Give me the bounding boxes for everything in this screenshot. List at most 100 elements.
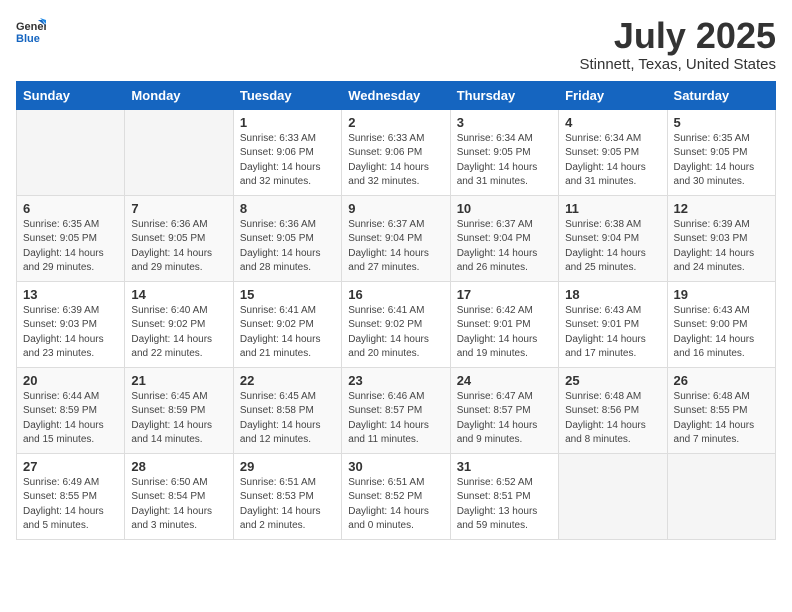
- calendar-cell: 20 Sunrise: 6:44 AM Sunset: 8:59 PM Dayli…: [17, 367, 125, 453]
- svg-text:Blue: Blue: [16, 33, 40, 45]
- calendar-cell: 29 Sunrise: 6:51 AM Sunset: 8:53 PM Dayli…: [233, 453, 341, 539]
- calendar-cell: 10 Sunrise: 6:37 AM Sunset: 9:04 PM Dayli…: [450, 195, 558, 281]
- day-number: 29: [240, 459, 335, 474]
- day-info: Sunrise: 6:52 AM Sunset: 8:51 PM Dayligh…: [457, 476, 552, 534]
- calendar-cell: 1 Sunrise: 6:33 AM Sunset: 9:06 PM Daylig…: [233, 109, 341, 195]
- calendar-cell: 18 Sunrise: 6:43 AM Sunset: 9:01 PM Dayli…: [559, 281, 667, 367]
- day-info: Sunrise: 6:35 AM Sunset: 9:05 PM Dayligh…: [23, 218, 118, 276]
- day-number: 1: [240, 115, 335, 130]
- calendar-cell: 4 Sunrise: 6:34 AM Sunset: 9:05 PM Daylig…: [559, 109, 667, 195]
- week-row-4: 20 Sunrise: 6:44 AM Sunset: 8:59 PM Dayli…: [17, 367, 776, 453]
- day-number: 23: [348, 373, 443, 388]
- day-number: 28: [131, 459, 226, 474]
- day-number: 2: [348, 115, 443, 130]
- calendar-cell: 28 Sunrise: 6:50 AM Sunset: 8:54 PM Dayli…: [125, 453, 233, 539]
- day-info: Sunrise: 6:50 AM Sunset: 8:54 PM Dayligh…: [131, 476, 226, 534]
- day-number: 13: [23, 287, 118, 302]
- day-number: 7: [131, 201, 226, 216]
- calendar-cell: 19 Sunrise: 6:43 AM Sunset: 9:00 PM Dayli…: [667, 281, 775, 367]
- calendar-cell: 25 Sunrise: 6:48 AM Sunset: 8:56 PM Dayli…: [559, 367, 667, 453]
- day-number: 30: [348, 459, 443, 474]
- day-number: 9: [348, 201, 443, 216]
- day-info: Sunrise: 6:35 AM Sunset: 9:05 PM Dayligh…: [674, 132, 769, 190]
- calendar-cell: 27Sunrise: 6:49 AM Sunset: 8:55 PM Dayli…: [17, 453, 125, 539]
- calendar-cell: 21 Sunrise: 6:45 AM Sunset: 8:59 PM Dayli…: [125, 367, 233, 453]
- day-info: Sunrise: 6:44 AM Sunset: 8:59 PM Dayligh…: [23, 390, 118, 448]
- calendar: SundayMondayTuesdayWednesdayThursdayFrid…: [16, 81, 776, 540]
- weekday-monday: Monday: [125, 81, 233, 109]
- calendar-cell: 5 Sunrise: 6:35 AM Sunset: 9:05 PM Daylig…: [667, 109, 775, 195]
- day-info: Sunrise: 6:34 AM Sunset: 9:05 PM Dayligh…: [565, 132, 660, 190]
- weekday-sunday: Sunday: [17, 81, 125, 109]
- day-number: 4: [565, 115, 660, 130]
- day-number: 10: [457, 201, 552, 216]
- title-area: July 2025 Stinnett, Texas, United States: [579, 16, 776, 73]
- calendar-cell: [125, 109, 233, 195]
- week-row-2: 6 Sunrise: 6:35 AM Sunset: 9:05 PM Daylig…: [17, 195, 776, 281]
- day-number: 26: [674, 373, 769, 388]
- day-info: Sunrise: 6:40 AM Sunset: 9:02 PM Dayligh…: [131, 304, 226, 362]
- calendar-cell: 6 Sunrise: 6:35 AM Sunset: 9:05 PM Daylig…: [17, 195, 125, 281]
- day-info: Sunrise: 6:39 AM Sunset: 9:03 PM Dayligh…: [674, 218, 769, 276]
- day-info: Sunrise: 6:43 AM Sunset: 9:00 PM Dayligh…: [674, 304, 769, 362]
- day-number: 14: [131, 287, 226, 302]
- day-info: Sunrise: 6:36 AM Sunset: 9:05 PM Dayligh…: [240, 218, 335, 276]
- day-info: Sunrise: 6:46 AM Sunset: 8:57 PM Dayligh…: [348, 390, 443, 448]
- calendar-cell: 11Sunrise: 6:38 AM Sunset: 9:04 PM Dayli…: [559, 195, 667, 281]
- calendar-cell: 9 Sunrise: 6:37 AM Sunset: 9:04 PM Daylig…: [342, 195, 450, 281]
- week-row-1: 1 Sunrise: 6:33 AM Sunset: 9:06 PM Daylig…: [17, 109, 776, 195]
- day-info: Sunrise: 6:36 AM Sunset: 9:05 PM Dayligh…: [131, 218, 226, 276]
- day-info: Sunrise: 6:37 AM Sunset: 9:04 PM Dayligh…: [348, 218, 443, 276]
- calendar-cell: 15Sunrise: 6:41 AM Sunset: 9:02 PM Dayli…: [233, 281, 341, 367]
- calendar-cell: [17, 109, 125, 195]
- location-title: Stinnett, Texas, United States: [579, 56, 776, 73]
- day-info: Sunrise: 6:51 AM Sunset: 8:52 PM Dayligh…: [348, 476, 443, 534]
- day-number: 20: [23, 373, 118, 388]
- day-number: 3: [457, 115, 552, 130]
- weekday-tuesday: Tuesday: [233, 81, 341, 109]
- day-number: 16: [348, 287, 443, 302]
- day-info: Sunrise: 6:45 AM Sunset: 8:58 PM Dayligh…: [240, 390, 335, 448]
- calendar-cell: 3 Sunrise: 6:34 AM Sunset: 9:05 PM Daylig…: [450, 109, 558, 195]
- day-info: Sunrise: 6:48 AM Sunset: 8:55 PM Dayligh…: [674, 390, 769, 448]
- weekday-saturday: Saturday: [667, 81, 775, 109]
- week-row-3: 13 Sunrise: 6:39 AM Sunset: 9:03 PM Dayli…: [17, 281, 776, 367]
- day-number: 18: [565, 287, 660, 302]
- day-info: Sunrise: 6:48 AM Sunset: 8:56 PM Dayligh…: [565, 390, 660, 448]
- day-number: 27: [23, 459, 118, 474]
- day-number: 24: [457, 373, 552, 388]
- day-number: 11: [565, 201, 660, 216]
- month-title: July 2025: [579, 16, 776, 56]
- day-number: 5: [674, 115, 769, 130]
- day-info: Sunrise: 6:43 AM Sunset: 9:01 PM Dayligh…: [565, 304, 660, 362]
- calendar-cell: 7 Sunrise: 6:36 AM Sunset: 9:05 PM Daylig…: [125, 195, 233, 281]
- weekday-header-row: SundayMondayTuesdayWednesdayThursdayFrid…: [17, 81, 776, 109]
- weekday-wednesday: Wednesday: [342, 81, 450, 109]
- day-info: Sunrise: 6:42 AM Sunset: 9:01 PM Dayligh…: [457, 304, 552, 362]
- day-info: Sunrise: 6:41 AM Sunset: 9:02 PM Dayligh…: [348, 304, 443, 362]
- weekday-friday: Friday: [559, 81, 667, 109]
- day-number: 19: [674, 287, 769, 302]
- day-info: Sunrise: 6:47 AM Sunset: 8:57 PM Dayligh…: [457, 390, 552, 448]
- calendar-cell: 30 Sunrise: 6:51 AM Sunset: 8:52 PM Dayli…: [342, 453, 450, 539]
- day-number: 31: [457, 459, 552, 474]
- day-number: 25: [565, 373, 660, 388]
- day-number: 8: [240, 201, 335, 216]
- calendar-cell: 31 Sunrise: 6:52 AM Sunset: 8:51 PM Dayli…: [450, 453, 558, 539]
- day-info: Sunrise: 6:37 AM Sunset: 9:04 PM Dayligh…: [457, 218, 552, 276]
- day-info: Sunrise: 6:33 AM Sunset: 9:06 PM Dayligh…: [240, 132, 335, 190]
- day-info: Sunrise: 6:51 AM Sunset: 8:53 PM Dayligh…: [240, 476, 335, 534]
- day-number: 6: [23, 201, 118, 216]
- day-info: Sunrise: 6:34 AM Sunset: 9:05 PM Dayligh…: [457, 132, 552, 190]
- calendar-cell: 22 Sunrise: 6:45 AM Sunset: 8:58 PM Dayli…: [233, 367, 341, 453]
- day-info: Sunrise: 6:39 AM Sunset: 9:03 PM Dayligh…: [23, 304, 118, 362]
- logo: General Blue: [16, 16, 46, 46]
- day-number: 22: [240, 373, 335, 388]
- day-info: Sunrise: 6:45 AM Sunset: 8:59 PM Dayligh…: [131, 390, 226, 448]
- header: General Blue July 2025 Stinnett, Texas, …: [16, 16, 776, 73]
- week-row-5: 27Sunrise: 6:49 AM Sunset: 8:55 PM Dayli…: [17, 453, 776, 539]
- day-number: 15: [240, 287, 335, 302]
- logo-icon: General Blue: [16, 16, 46, 46]
- svg-text:General: General: [16, 21, 46, 33]
- day-number: 21: [131, 373, 226, 388]
